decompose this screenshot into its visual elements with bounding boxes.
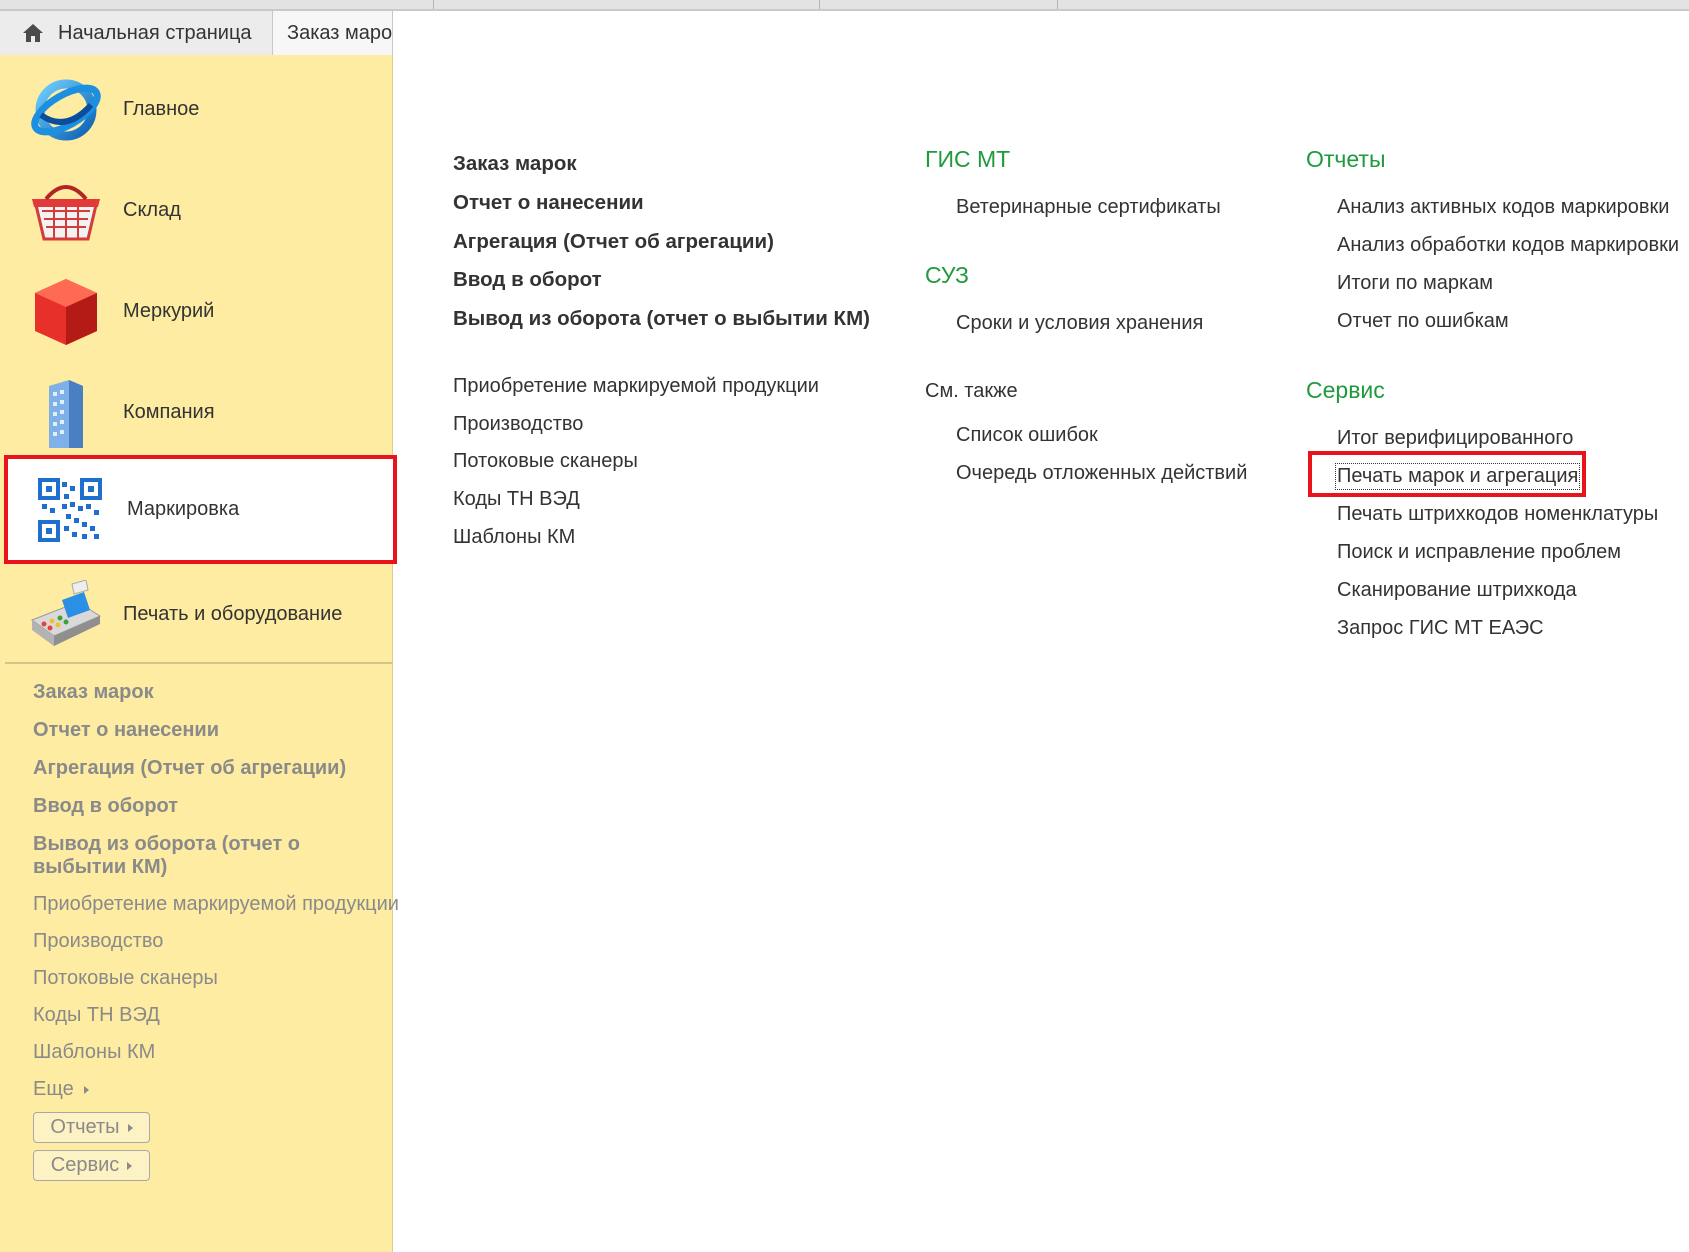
- link-km-templates[interactable]: Шаблоны КМ: [453, 526, 575, 549]
- sidebar-reports-button[interactable]: Отчеты: [33, 1112, 150, 1143]
- sidebar-link-application-report[interactable]: Отчет о нанесении: [33, 719, 219, 742]
- section-print-equipment[interactable]: Печать и оборудование: [0, 564, 393, 665]
- group-header-suz: СУЗ: [925, 262, 969, 288]
- sidebar-link-aggregation[interactable]: Агрегация (Отчет об агрегации): [33, 757, 346, 780]
- sidebar-link-tnved-codes[interactable]: Коды ТН ВЭД: [33, 1004, 160, 1027]
- section-warehouse[interactable]: Склад: [0, 160, 393, 261]
- sidebar-more[interactable]: Еще: [33, 1078, 89, 1101]
- section-label: Меркурий: [123, 300, 215, 322]
- link-verified-total[interactable]: Итог верифицированного: [1337, 427, 1573, 450]
- top-strip-segment: [820, 0, 1058, 9]
- link-withdrawal[interactable]: Вывод из оборота (отчет о выбытии КМ): [453, 307, 870, 331]
- home-icon: [23, 24, 43, 42]
- sidebar-service-button[interactable]: Сервис: [33, 1150, 150, 1181]
- link-errors-report[interactable]: Отчет по ошибкам: [1337, 310, 1509, 333]
- link-tnved-codes[interactable]: Коды ТН ВЭД: [453, 488, 580, 511]
- link-stream-scanners[interactable]: Потоковые сканеры: [453, 450, 638, 473]
- section-label: Компания: [123, 401, 215, 423]
- sidebar-link-stream-scanners[interactable]: Потоковые сканеры: [33, 967, 218, 990]
- window-top-strip: [0, 0, 1689, 11]
- group-header-service: Сервис: [1306, 377, 1385, 403]
- sidebar-more-label: Еще: [33, 1078, 74, 1100]
- section-mercury[interactable]: Меркурий: [0, 261, 393, 362]
- tab-bar: Начальная страница Заказ маро: [0, 11, 393, 56]
- qr-code-icon: [32, 472, 108, 548]
- link-storage-terms[interactable]: Сроки и условия хранения: [956, 312, 1203, 335]
- link-production[interactable]: Производство: [453, 413, 583, 436]
- link-gis-eaeu-request[interactable]: Запрос ГИС МТ ЕАЭС: [1337, 617, 1544, 640]
- sidebar-divider: [5, 662, 393, 664]
- basket-icon: [28, 173, 104, 249]
- group-header-reports: Отчеты: [1306, 146, 1386, 172]
- link-deferred-queue[interactable]: Очередь отложенных действий: [956, 462, 1247, 485]
- link-vet-certificates[interactable]: Ветеринарные сертификаты: [956, 196, 1221, 219]
- link-active-codes-analysis[interactable]: Анализ активных кодов маркировки: [1337, 196, 1669, 219]
- group-header-see-also: См. также: [925, 380, 1018, 402]
- sidebar-link-withdrawal[interactable]: Вывод из оборота (отчет о выбытии КМ): [33, 833, 323, 879]
- link-print-barcodes[interactable]: Печать штрихкодов номенклатуры: [1337, 503, 1658, 526]
- sections-sidebar: Главное Склад Меркурий Компания Маркиров…: [0, 55, 399, 1252]
- sidebar-reports-label: Отчеты: [50, 1116, 120, 1138]
- triangle-right-icon: [127, 1161, 133, 1170]
- tab-home[interactable]: Начальная страница: [0, 11, 273, 55]
- sidebar-link-production[interactable]: Производство: [33, 930, 163, 953]
- group-header-gis-mt: ГИС МТ: [925, 146, 1011, 172]
- link-codes-processing-analysis[interactable]: Анализ обработки кодов маркировки: [1337, 234, 1679, 257]
- section-label: Склад: [123, 199, 181, 221]
- red-cube-icon: [28, 274, 104, 350]
- section-main[interactable]: Главное: [0, 59, 393, 160]
- tab-order[interactable]: Заказ маро: [273, 11, 393, 55]
- tab-home-label: Начальная страница: [58, 21, 252, 44]
- pos-terminal-icon: [28, 577, 104, 653]
- section-label: Печать и оборудование: [123, 603, 343, 625]
- building-icon: [28, 375, 104, 451]
- link-error-list[interactable]: Список ошибок: [956, 424, 1098, 447]
- sidebar-service-label: Сервис: [50, 1154, 120, 1176]
- sidebar-link-input-circulation[interactable]: Ввод в оборот: [33, 795, 178, 818]
- section-label: Главное: [123, 98, 200, 120]
- tab-order-label: Заказ маро: [287, 21, 393, 44]
- link-application-report[interactable]: Отчет о нанесении: [453, 191, 644, 215]
- link-purchase[interactable]: Приобретение маркируемой продукции: [453, 375, 819, 398]
- link-aggregation[interactable]: Агрегация (Отчет об агрегации): [453, 230, 774, 254]
- section-label: Маркировка: [127, 498, 240, 520]
- globe-icon: [28, 72, 104, 148]
- top-strip-segment: [1058, 0, 1689, 9]
- sidebar-link-purchase[interactable]: Приобретение маркируемой продукции: [33, 893, 399, 916]
- link-barcode-scanning[interactable]: Сканирование штрихкода: [1337, 579, 1577, 602]
- link-find-fix-problems[interactable]: Поиск и исправление проблем: [1337, 541, 1621, 564]
- link-marks-totals[interactable]: Итоги по маркам: [1337, 272, 1493, 295]
- link-order-marks[interactable]: Заказ марок: [453, 152, 577, 176]
- triangle-right-icon: [83, 1085, 89, 1094]
- link-input-circulation[interactable]: Ввод в оборот: [453, 268, 602, 292]
- section-company[interactable]: Компания: [0, 362, 393, 463]
- highlight-box: [1308, 451, 1586, 497]
- top-strip-segment: [0, 0, 434, 9]
- section-marking[interactable]: Маркировка: [4, 455, 397, 564]
- sidebar-link-km-templates[interactable]: Шаблоны КМ: [33, 1041, 155, 1064]
- triangle-right-icon: [127, 1123, 133, 1132]
- sidebar-link-order-marks[interactable]: Заказ марок: [33, 681, 154, 704]
- top-strip-segment: [434, 0, 820, 9]
